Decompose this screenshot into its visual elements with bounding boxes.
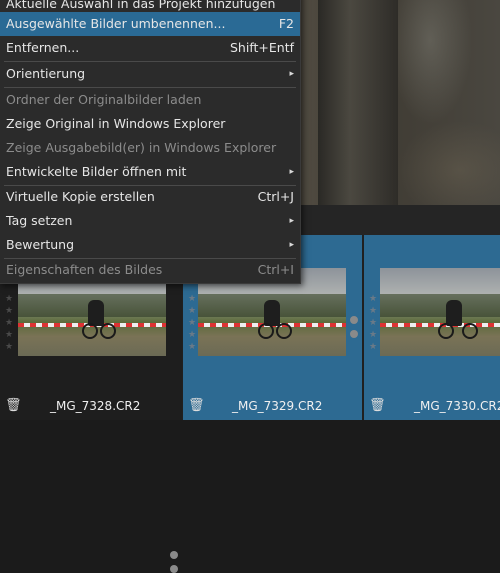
status-dot bbox=[170, 565, 178, 573]
menu-item-label: Zeige Ausgabebild(er) in Windows Explore… bbox=[6, 140, 277, 155]
trash-icon[interactable]: 🗑 bbox=[369, 398, 386, 413]
menu-item-show-output-explorer[interactable]: Zeige Ausgabebild(er) in Windows Explore… bbox=[0, 136, 300, 160]
chevron-right-icon: ▸ bbox=[289, 167, 294, 177]
menu-item-shortcut: F2 bbox=[278, 16, 294, 31]
trash-icon[interactable]: 🗑 bbox=[5, 398, 22, 413]
menu-item-show-original-explorer[interactable]: Zeige Original in Windows Explorer bbox=[0, 112, 300, 136]
status-dot bbox=[170, 551, 178, 559]
menu-item-label: Tag setzen bbox=[6, 213, 73, 228]
tree-trunk bbox=[318, 0, 398, 205]
menu-item-label: Ausgewählte Bilder umbenennen... bbox=[6, 16, 226, 31]
chevron-right-icon: ▸ bbox=[289, 69, 294, 79]
chevron-right-icon: ▸ bbox=[289, 240, 294, 250]
menu-item-shortcut: Shift+Entf bbox=[229, 40, 294, 55]
menu-item-label: Entwickelte Bilder öffnen mit bbox=[6, 164, 187, 179]
thumbnail-filename: _MG_7329.CR2 bbox=[232, 399, 323, 413]
menu-item-orientation[interactable]: Orientierung ▸ bbox=[0, 62, 300, 86]
thumbnail-filename: _MG_7330.CR2 bbox=[414, 399, 500, 413]
menu-item-image-properties[interactable]: Eigenschaften des Bildes Ctrl+I bbox=[0, 258, 300, 282]
menu-item-open-with[interactable]: Entwickelte Bilder öffnen mit ▸ bbox=[0, 160, 300, 184]
menu-item-label: Virtuelle Kopie erstellen bbox=[6, 189, 155, 204]
star-icon[interactable]: ★ bbox=[5, 317, 17, 329]
star-icon[interactable]: ★ bbox=[5, 329, 17, 341]
menu-item-label: Bewertung bbox=[6, 237, 74, 252]
menu-item-shortcut: Ctrl+J bbox=[257, 189, 294, 204]
menu-item-virtual-copy[interactable]: Virtuelle Kopie erstellen Ctrl+J bbox=[0, 185, 300, 209]
menu-item-label: Ordner der Originalbilder laden bbox=[6, 92, 202, 107]
menu-item-load-original-folder[interactable]: Ordner der Originalbilder laden bbox=[0, 88, 300, 112]
menu-item-rating[interactable]: Bewertung ▸ bbox=[0, 233, 300, 257]
star-icon[interactable]: ★ bbox=[5, 305, 17, 317]
thumbnail-filename: _MG_7328.CR2 bbox=[50, 399, 141, 413]
chevron-right-icon: ▸ bbox=[289, 216, 294, 226]
menu-item-label: Orientierung bbox=[6, 66, 86, 81]
context-menu: Aktuelle Auswahl in das Projekt hinzufüg… bbox=[0, 0, 301, 284]
menu-item-label: Entfernen... bbox=[6, 40, 80, 55]
star-icon[interactable]: ★ bbox=[5, 341, 17, 353]
rating-stars[interactable]: ★ ★ ★ ★ ★ bbox=[5, 293, 17, 353]
menu-item-rename[interactable]: Ausgewählte Bilder umbenennen... F2 bbox=[0, 12, 300, 36]
thumbnail-image[interactable] bbox=[380, 268, 500, 356]
menu-item-remove[interactable]: Entfernen... Shift+Entf bbox=[0, 36, 300, 60]
menu-item-shortcut: Ctrl+I bbox=[257, 262, 294, 277]
status-dot bbox=[350, 330, 358, 338]
menu-item-label: Eigenschaften des Bildes bbox=[6, 262, 163, 277]
menu-item-set-tag[interactable]: Tag setzen ▸ bbox=[0, 209, 300, 233]
thumbnail-2[interactable]: ★ ★ ★ ★ ★ 🗑 _MG_7330.CR2 bbox=[364, 235, 500, 420]
menu-item-label: Zeige Original in Windows Explorer bbox=[6, 116, 226, 131]
status-dot bbox=[350, 316, 358, 324]
star-icon[interactable]: ★ bbox=[5, 293, 17, 305]
trash-icon[interactable]: 🗑 bbox=[188, 398, 205, 413]
